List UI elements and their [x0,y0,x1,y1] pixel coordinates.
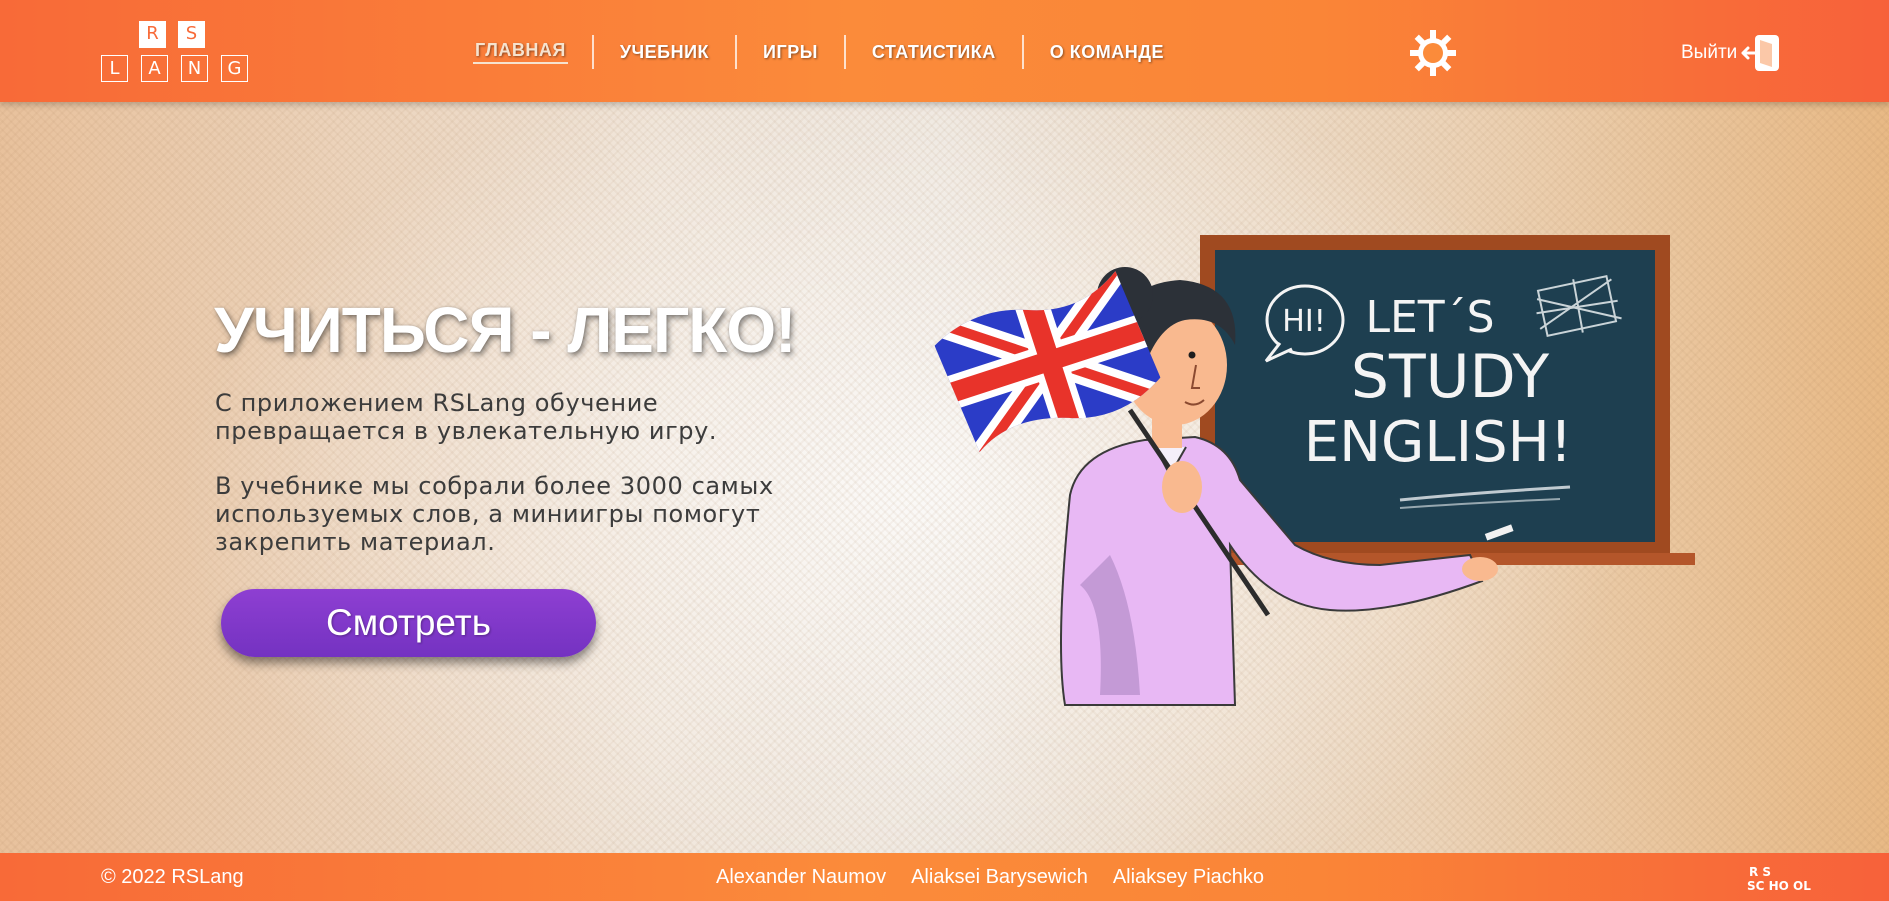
logo-letter: S [178,21,205,48]
main-nav: ГЛАВНАЯ УЧЕБНИК ИГРЫ СТАТИСТИКА О КОМАНД… [473,35,1166,69]
logo-letter: N [181,55,208,82]
nav-divider [843,35,846,69]
board-text-lets: LET´S [1365,292,1494,343]
header: R S L A N G ГЛАВНАЯ УЧЕБНИК ИГРЫ СТАТИСТ… [0,0,1889,102]
author-link[interactable]: Alexander Naumov [716,866,886,889]
author-link[interactable]: Aliaksey Piachko [1113,866,1264,889]
board-text-study: STUDY [1351,342,1550,412]
teacher-illustration: LET´S STUDY ENGLISH! HI! [930,235,1695,706]
rs-school-logo[interactable]: R S SC HO OL [1745,863,1815,893]
watch-button[interactable]: Смотреть [221,589,596,657]
rs-school-logo-top: R S [1749,865,1771,879]
nav-item-statistics[interactable]: СТАТИСТИКА [870,42,998,63]
author-link[interactable]: Aliaksei Barysewich [911,866,1088,889]
nav-divider [735,35,738,69]
logout-door-icon [1741,35,1780,71]
sun-icon[interactable] [1409,29,1457,77]
nav-item-main[interactable]: ГЛАВНАЯ [473,40,568,64]
board-text-english: ENGLISH! [1304,410,1573,475]
nav-item-games[interactable]: ИГРЫ [761,42,820,63]
rslang-logo[interactable]: R S L A N G [101,21,251,82]
bubble-text: HI! [1282,304,1325,339]
nav-item-textbook[interactable]: УЧЕБНИК [618,42,711,63]
hero-paragraph-2: В учебнике мы собрали более 3000 самых и… [215,472,774,556]
hero-paragraph-1: С приложением RSLang обучение превращает… [215,389,718,445]
logo-letter: R [139,21,166,48]
nav-divider [1021,35,1024,69]
logo-letter: G [221,55,248,82]
copyright: © 2022 RSLang [101,866,244,888]
rs-school-logo-bottom: SC HO OL [1747,879,1811,893]
nav-divider [591,35,594,69]
logout-button[interactable]: Выйти [1681,34,1781,72]
hero-title: УЧИТЬСЯ - ЛЕГКО! [214,294,796,366]
logo-letter: A [141,55,168,82]
footer: © 2022 RSLang Alexander Naumov Aliaksei … [0,853,1889,901]
authors-list: Alexander Naumov Aliaksei Barysewich Ali… [716,866,1289,889]
logo-letter: L [101,55,128,82]
logout-label: Выйти [1681,42,1738,63]
nav-item-team[interactable]: О КОМАНДЕ [1048,42,1166,63]
